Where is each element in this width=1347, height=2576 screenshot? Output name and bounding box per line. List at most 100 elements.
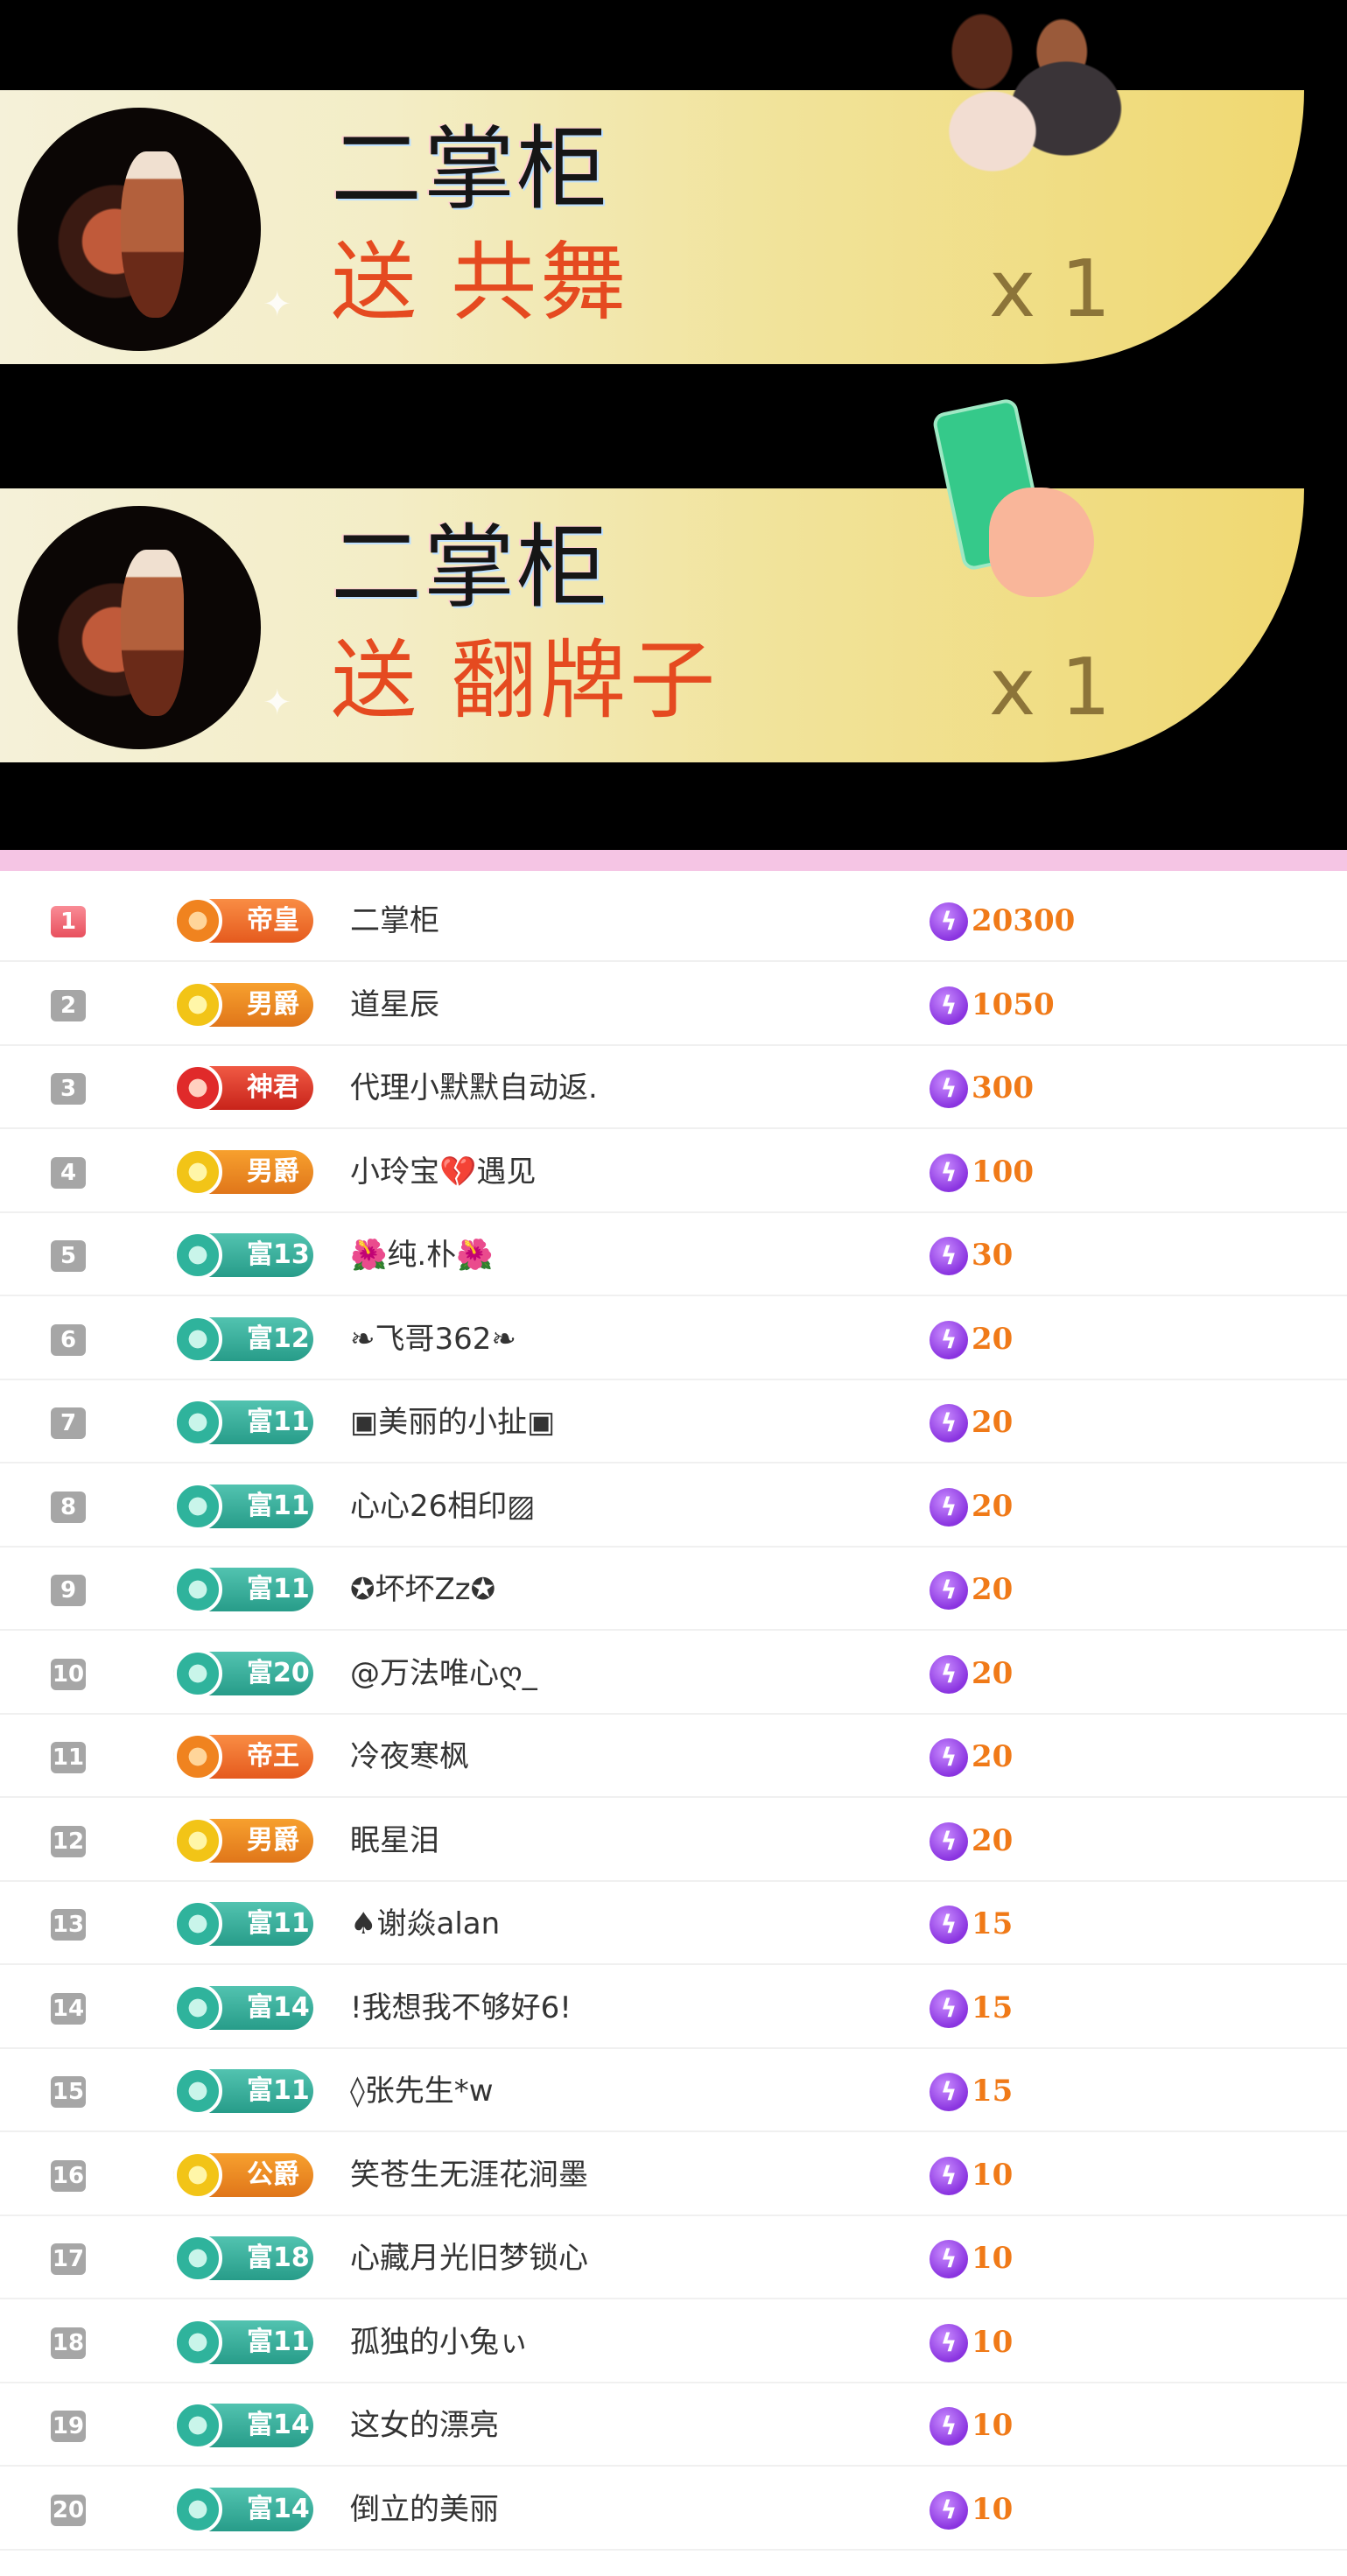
- lightning-coin-icon: ϟ: [930, 986, 968, 1025]
- badge-label: 富11: [247, 1574, 310, 1604]
- user-name[interactable]: ♠谢焱alan: [350, 1902, 500, 1946]
- badge-label: 富18: [247, 2243, 310, 2273]
- gift-banner: ✦ 二掌柜 送 翻牌子 x 1: [0, 397, 1304, 762]
- ranking-row[interactable]: 12 男爵 眠星泪 ϟ 20: [0, 1800, 1347, 1882]
- contribution-amount: 15: [972, 1906, 1014, 1941]
- contribution-ranking-list: 1 帝皇 二掌柜 ϟ 20300 2 男爵 道星辰 ϟ 1050 3 神君 代理小默默自动返. ϟ 300 4…: [0, 871, 1347, 2576]
- ranking-row[interactable]: 4 男爵 小玲宝💔遇见 ϟ 100: [0, 1131, 1347, 1213]
- badge-label: 男爵: [247, 1155, 299, 1187]
- user-name[interactable]: 冷夜寒枫: [350, 1735, 469, 1779]
- user-name[interactable]: 眠星泪: [350, 1819, 439, 1863]
- contribution-amount: 20: [972, 1572, 1014, 1607]
- user-name[interactable]: ◊张先生*w: [350, 2069, 494, 2113]
- user-name[interactable]: 🌺纯.朴🌺: [350, 1233, 493, 1277]
- contribution-amount: 300: [972, 1070, 1034, 1106]
- lightning-coin-icon: ϟ: [930, 1320, 968, 1359]
- user-name[interactable]: 笑苍生无涯花涧墨: [350, 2153, 588, 2197]
- user-name[interactable]: 孤独的小兔ぃ: [350, 2320, 529, 2364]
- gift-action-text: 送 翻牌子: [331, 631, 719, 731]
- ranking-row[interactable]: 15 富11 ◊张先生*w ϟ 15: [0, 2050, 1347, 2132]
- ranking-row[interactable]: 2 男爵 道星辰 ϟ 1050: [0, 964, 1347, 1046]
- ranking-row[interactable]: 5 富13 🌺纯.朴🌺 ϟ 30: [0, 1214, 1347, 1296]
- badge-emblem-icon: [173, 896, 222, 945]
- level-badge: 富12: [173, 1314, 313, 1364]
- badge-label: 富20: [247, 1657, 310, 1688]
- ranking-row[interactable]: 13 富11 ♠谢焱alan ϟ 15: [0, 1883, 1347, 1965]
- level-badge: 富13: [173, 1231, 313, 1280]
- rank-number: 18: [51, 2327, 86, 2359]
- badge-label: 富11: [247, 2075, 310, 2106]
- ranking-row[interactable]: 3 神君 代理小默默自动返. ϟ 300: [0, 1047, 1347, 1129]
- user-name[interactable]: @万法唯心ღ_: [350, 1652, 537, 1695]
- level-badge: 富11: [173, 1565, 313, 1614]
- avatar[interactable]: [18, 506, 261, 749]
- user-name[interactable]: ▣美丽的小扯▣: [350, 1400, 555, 1444]
- ranking-row[interactable]: 16 公爵 笑苍生无涯花涧墨 ϟ 10: [0, 2134, 1347, 2216]
- badge-label: 富11: [247, 1490, 310, 1521]
- user-name[interactable]: 小玲宝💔遇见: [350, 1150, 536, 1194]
- user-name[interactable]: 二掌柜: [350, 899, 439, 943]
- lightning-coin-icon: ϟ: [930, 1237, 968, 1275]
- level-badge: 富14: [173, 2484, 313, 2534]
- rank-number: 8: [51, 1491, 86, 1523]
- user-name[interactable]: 心心26相印▨: [350, 1485, 535, 1528]
- lightning-coin-icon: ϟ: [930, 1906, 968, 1944]
- user-name[interactable]: !我想我不够好6!: [350, 1986, 572, 2030]
- badge-label: 富14: [247, 2493, 310, 2524]
- badge-label: 富11: [247, 1908, 310, 1939]
- user-name[interactable]: ✪坏坏Zz✪: [350, 1568, 495, 1611]
- badge-emblem-icon: [173, 1648, 222, 1698]
- user-name[interactable]: 心藏月光旧梦锁心: [350, 2236, 588, 2280]
- rank-number: 16: [51, 2159, 86, 2192]
- gift-banner: ✦ 二掌柜 送 共舞 x 1: [0, 6, 1304, 364]
- rank-number: 17: [51, 2243, 86, 2275]
- badge-emblem-icon: [173, 1899, 222, 1948]
- user-name[interactable]: 代理小默默自动返.: [350, 1066, 598, 1110]
- ranking-row[interactable]: 18 富11 孤独的小兔ぃ ϟ 10: [0, 2301, 1347, 2383]
- contribution-amount: 10: [972, 2241, 1014, 2276]
- sparkle-icon: ✦: [263, 683, 292, 723]
- contribution-amount: 20: [972, 1488, 1014, 1524]
- ranking-row[interactable]: 10 富20 @万法唯心ღ_ ϟ 20: [0, 1632, 1347, 1715]
- rank-number: 20: [51, 2494, 86, 2526]
- ranking-row[interactable]: 19 富14 这女的漂亮 ϟ 10: [0, 2384, 1347, 2467]
- contribution-amount: 20: [972, 1405, 1014, 1440]
- user-name[interactable]: 倒立的美丽: [350, 2488, 499, 2531]
- ranking-row[interactable]: 1 帝皇 二掌柜 ϟ 20300: [0, 880, 1347, 962]
- badge-emblem-icon: [173, 1398, 222, 1447]
- rank-number: 15: [51, 2076, 86, 2108]
- badge-label: 富14: [247, 2410, 310, 2440]
- ranking-row[interactable]: 17 富18 心藏月光旧梦锁心 ϟ 10: [0, 2217, 1347, 2299]
- rank-number: 6: [51, 1323, 86, 1356]
- badge-label: 富12: [247, 1323, 310, 1354]
- lightning-coin-icon: ϟ: [930, 2240, 968, 2278]
- avatar[interactable]: [18, 108, 261, 351]
- level-badge: 男爵: [173, 1815, 313, 1865]
- badge-emblem-icon: [173, 2317, 222, 2367]
- flip-card-gift-icon: [928, 397, 1112, 623]
- level-badge: 富11: [173, 1481, 313, 1531]
- ranking-row[interactable]: 7 富11 ▣美丽的小扯▣ ϟ 20: [0, 1381, 1347, 1463]
- badge-label: 富11: [247, 2326, 310, 2357]
- gift-sender-name: 二掌柜: [331, 116, 610, 222]
- contribution-amount: 15: [972, 2074, 1014, 2109]
- lightning-coin-icon: ϟ: [930, 1070, 968, 1108]
- contribution-amount: 10: [972, 2491, 1014, 2527]
- rank-number: 19: [51, 2411, 86, 2442]
- lightning-coin-icon: ϟ: [930, 1989, 968, 2028]
- badge-emblem-icon: [173, 2484, 222, 2534]
- lightning-coin-icon: ϟ: [930, 1487, 968, 1527]
- ranking-row[interactable]: 20 富14 倒立的美丽 ϟ 10: [0, 2468, 1347, 2551]
- ranking-row[interactable]: 6 富12 ❧飞哥362❧ ϟ 20: [0, 1298, 1347, 1380]
- user-name[interactable]: 这女的漂亮: [350, 2404, 499, 2447]
- level-badge: 帝王: [173, 1732, 313, 1781]
- ranking-row[interactable]: 8 富11 心心26相印▨ ϟ 20: [0, 1465, 1347, 1548]
- user-name[interactable]: ❧飞哥362❧: [350, 1317, 516, 1361]
- ranking-row[interactable]: 14 富14 !我想我不够好6! ϟ 15: [0, 1967, 1347, 2049]
- badge-emblem-icon: [173, 1815, 222, 1865]
- ranking-row[interactable]: 11 帝王 冷夜寒枫 ϟ 20: [0, 1716, 1347, 1798]
- level-badge: 男爵: [173, 979, 313, 1029]
- gift-sender-name: 二掌柜: [331, 514, 610, 621]
- user-name[interactable]: 道星辰: [350, 983, 439, 1027]
- ranking-row[interactable]: 9 富11 ✪坏坏Zz✪ ϟ 20: [0, 1548, 1347, 1631]
